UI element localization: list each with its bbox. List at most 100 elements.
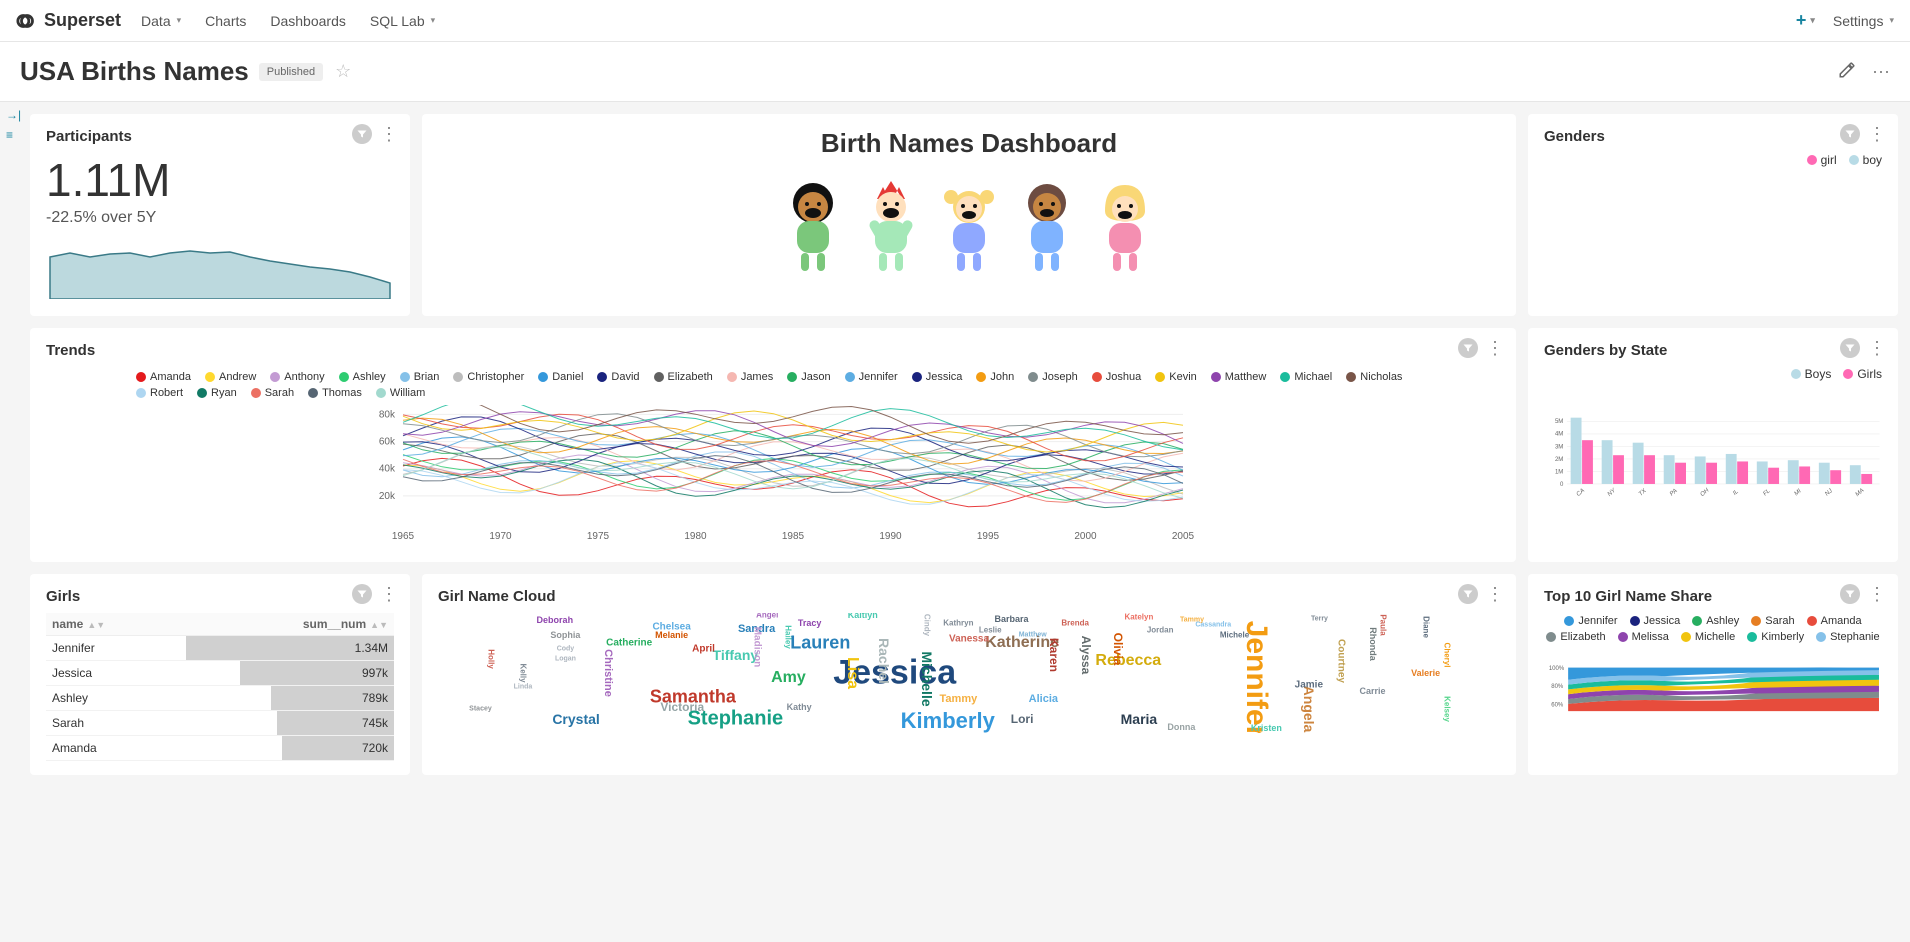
legend-item[interactable]: Boys	[1791, 367, 1832, 381]
cloud-word[interactable]: Jordan	[1147, 625, 1174, 634]
cloud-word[interactable]: Brenda	[1061, 618, 1089, 627]
cloud-word[interactable]: Courtney	[1335, 639, 1346, 683]
cloud-word[interactable]: Madison	[751, 626, 762, 667]
nav-data[interactable]: Data	[141, 13, 181, 29]
edit-dashboard-icon[interactable]	[1838, 61, 1856, 82]
favorite-star-icon[interactable]: ☆	[335, 61, 351, 82]
cloud-word[interactable]: Christine	[602, 649, 614, 697]
legend-item[interactable]: Ashley	[1692, 615, 1739, 627]
legend-item[interactable]: William	[376, 387, 425, 399]
cloud-word[interactable]: Michelle	[919, 651, 935, 706]
add-button[interactable]: +	[1796, 10, 1815, 31]
nav-charts[interactable]: Charts	[205, 13, 246, 29]
cloud-word[interactable]: Kelly	[518, 663, 527, 682]
legend-item[interactable]: Elizabeth	[654, 371, 713, 383]
cloud-word[interactable]: Maria	[1121, 711, 1158, 727]
legend-item[interactable]: Anthony	[270, 371, 324, 383]
cloud-word[interactable]: Catherine	[606, 638, 652, 649]
legend-item[interactable]: Jessica	[1630, 615, 1681, 627]
cloud-word[interactable]: Matthew	[1019, 631, 1047, 638]
cloud-word[interactable]: Diane	[1421, 616, 1430, 638]
nav-settings[interactable]: Settings	[1833, 13, 1894, 29]
filter-scope-icon[interactable]	[352, 584, 372, 604]
card-more-icon[interactable]: ⋮	[1486, 585, 1504, 603]
cloud-word[interactable]: Lori	[1011, 712, 1034, 726]
cloud-word[interactable]: Victoria	[660, 700, 704, 714]
cloud-word[interactable]: Jamie	[1295, 680, 1323, 691]
legend-item[interactable]: girl	[1807, 153, 1837, 167]
filter-panel-toggle[interactable]: →| ≡	[6, 108, 21, 142]
table-row[interactable]: Amanda720k	[46, 736, 394, 761]
legend-item[interactable]: James	[727, 371, 773, 383]
legend-item[interactable]: Stephanie	[1816, 631, 1880, 643]
legend-item[interactable]: Christopher	[453, 371, 524, 383]
legend-item[interactable]: Jason	[787, 371, 830, 383]
cloud-word[interactable]: Paula	[1379, 614, 1388, 635]
cloud-word[interactable]: Kelsey	[1442, 696, 1451, 722]
cloud-word[interactable]: Carrie	[1360, 686, 1386, 696]
cloud-word[interactable]: Amy	[771, 669, 806, 687]
cloud-word[interactable]: Angel	[756, 613, 778, 620]
legend-item[interactable]: Jennifer	[1564, 615, 1617, 627]
cloud-word[interactable]: Katelyn	[1124, 613, 1153, 621]
filter-scope-icon[interactable]	[1458, 584, 1478, 604]
table-row[interactable]: Ashley789k	[46, 686, 394, 711]
cloud-word[interactable]: Kaitlyn	[848, 613, 878, 620]
legend-item[interactable]: Joseph	[1028, 371, 1077, 383]
cloud-word[interactable]: Holly	[487, 649, 496, 669]
cloud-word[interactable]: Karen	[1047, 638, 1061, 672]
table-row[interactable]: Jennifer1.34M	[46, 636, 394, 661]
status-badge[interactable]: Published	[259, 63, 323, 81]
cloud-word[interactable]: Stacey	[469, 706, 492, 713]
expand-icon[interactable]: →|	[6, 108, 21, 122]
cloud-word[interactable]: Vanessa	[949, 634, 989, 645]
legend-item[interactable]: Melissa	[1618, 631, 1669, 643]
legend-item[interactable]: Amanda	[136, 371, 191, 383]
cloud-word[interactable]: Hailey	[784, 625, 793, 649]
cloud-word[interactable]: Deborah	[537, 615, 574, 625]
filter-scope-icon[interactable]	[1840, 584, 1860, 604]
legend-item[interactable]: Joshua	[1092, 371, 1141, 383]
cloud-word[interactable]: Tracy	[798, 618, 822, 628]
legend-item[interactable]: Kevin	[1155, 371, 1197, 383]
legend-item[interactable]: Daniel	[538, 371, 583, 383]
filter-scope-icon[interactable]	[352, 124, 372, 144]
cloud-word[interactable]: Valerie	[1411, 668, 1440, 678]
legend-item[interactable]: Thomas	[308, 387, 362, 399]
card-more-icon[interactable]: ⋮	[380, 125, 398, 143]
card-more-icon[interactable]: ⋮	[1868, 125, 1886, 143]
card-more-icon[interactable]: ⋮	[1868, 585, 1886, 603]
cloud-word[interactable]: Lisa	[843, 657, 861, 689]
card-more-icon[interactable]: ⋮	[1486, 339, 1504, 357]
legend-item[interactable]: David	[597, 371, 639, 383]
table-row[interactable]: Sarah745k	[46, 711, 394, 736]
cloud-word[interactable]: Cody	[557, 646, 575, 653]
cloud-word[interactable]: Alicia	[1029, 693, 1058, 705]
filter-scope-icon[interactable]	[1840, 124, 1860, 144]
cloud-word[interactable]: Kristen	[1251, 723, 1282, 733]
legend-item[interactable]: Elizabeth	[1546, 631, 1605, 643]
legend-item[interactable]: Michelle	[1681, 631, 1735, 643]
nav-sqllab[interactable]: SQL Lab	[370, 13, 435, 29]
cloud-word[interactable]: Terry	[1311, 616, 1328, 623]
cloud-word[interactable]: Tammy	[940, 693, 978, 705]
cloud-word[interactable]: Rhonda	[1368, 627, 1378, 661]
cloud-word[interactable]: Donna	[1167, 722, 1195, 732]
cloud-word[interactable]: Olivia	[1111, 633, 1125, 666]
brand-logo[interactable]: Superset	[16, 10, 121, 32]
filter-scope-icon[interactable]	[1840, 338, 1860, 358]
cloud-word[interactable]: Angela	[1301, 686, 1317, 733]
cloud-word[interactable]: Sophia	[550, 630, 580, 640]
cloud-word[interactable]: April	[692, 644, 715, 655]
legend-item[interactable]: Jennifer	[845, 371, 898, 383]
card-more-icon[interactable]: ⋮	[380, 585, 398, 603]
cloud-word[interactable]: Rachel	[876, 638, 892, 684]
cloud-word[interactable]: Linda	[514, 684, 533, 691]
card-more-icon[interactable]: ⋮	[1868, 339, 1886, 357]
legend-item[interactable]: Sarah	[1751, 615, 1794, 627]
legend-item[interactable]: Sarah	[251, 387, 294, 399]
legend-item[interactable]: Ashley	[339, 371, 386, 383]
cloud-word[interactable]: Kimberly	[901, 708, 995, 733]
cloud-word[interactable]: Crystal	[552, 711, 599, 727]
legend-item[interactable]: Andrew	[205, 371, 256, 383]
